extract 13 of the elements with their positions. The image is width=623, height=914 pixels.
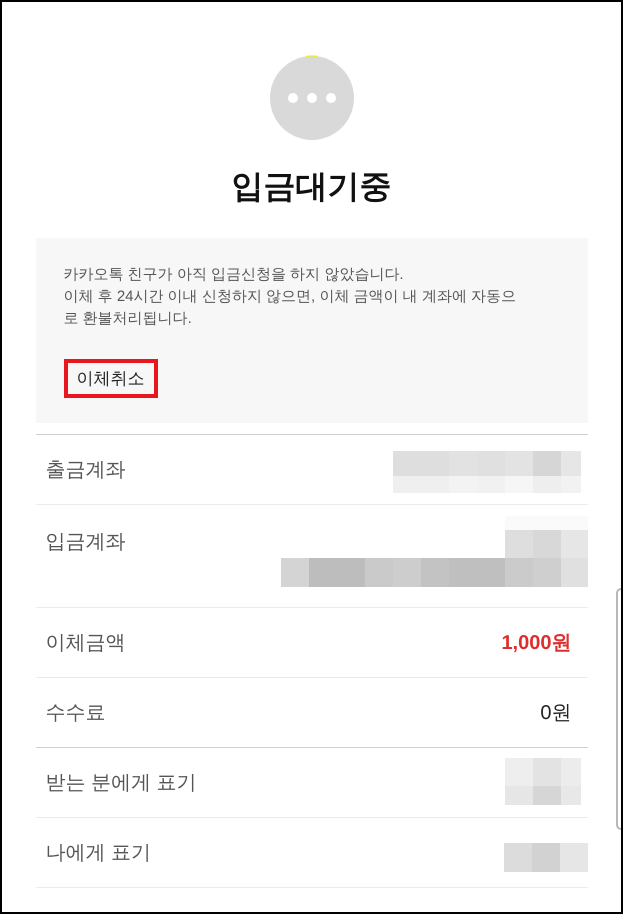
cancel-transfer-button[interactable]: 이체취소 bbox=[64, 359, 158, 398]
pending-status-icon bbox=[268, 55, 354, 141]
row-value: 0원 bbox=[540, 700, 572, 726]
notice-text: 카카오톡 친구가 아직 입금신청을 하지 않았습니다. 이체 후 24시간 이내 신청하지 않으면, 이체 금액이 내 계좌에 자동으로 환불처리됩니다. bbox=[64, 265, 518, 329]
status-title: 입금대기중 bbox=[232, 167, 392, 206]
row-value: 1,000원 bbox=[501, 630, 572, 656]
row-label: 받는 분에게 표기 bbox=[46, 770, 197, 796]
row-label: 나에게 표기 bbox=[46, 840, 152, 866]
edge-panel-handle[interactable] bbox=[616, 588, 621, 830]
row-label: 이체금액 bbox=[46, 630, 126, 656]
row-label: 입금계좌 bbox=[46, 530, 126, 555]
row-label: 수수료 bbox=[46, 700, 106, 726]
row-label: 출금계좌 bbox=[46, 458, 126, 482]
